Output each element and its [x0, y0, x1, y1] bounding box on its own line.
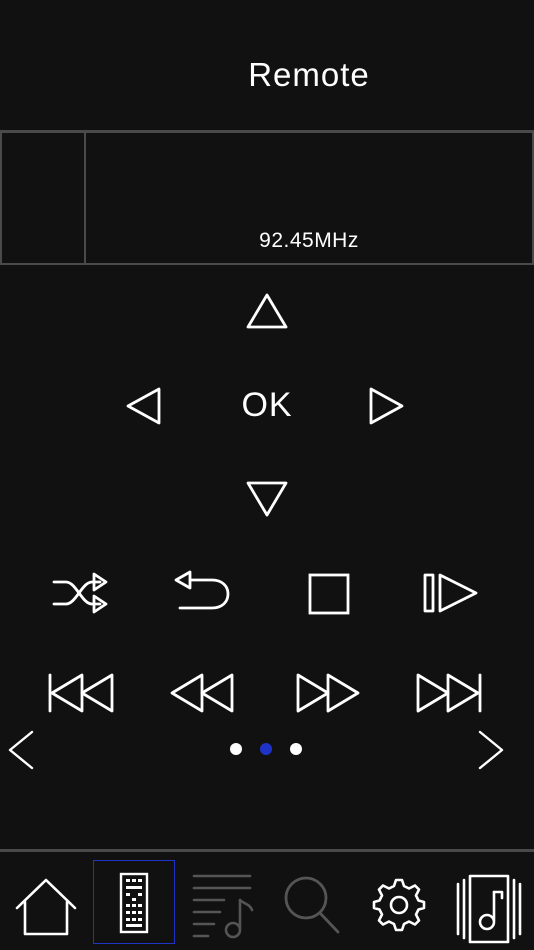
- remote-control-icon: [119, 872, 149, 934]
- fast-forward-icon: [296, 673, 360, 713]
- page-indicator-dot-1[interactable]: [230, 743, 242, 755]
- triangle-down-icon: [246, 481, 288, 517]
- stop-icon: [308, 573, 350, 615]
- page-indicator-dot-3[interactable]: [290, 743, 302, 755]
- tab-settings[interactable]: [358, 860, 440, 944]
- return-button[interactable]: [172, 568, 234, 618]
- play-pause-button[interactable]: [420, 570, 482, 616]
- shuffle-button[interactable]: [50, 570, 110, 616]
- previous-page-button[interactable]: [4, 728, 38, 772]
- down-arrow-button[interactable]: [244, 478, 290, 520]
- rewind-button[interactable]: [166, 670, 240, 716]
- skip-previous-button[interactable]: [44, 670, 118, 716]
- music-library-icon: [456, 874, 522, 944]
- gear-icon: [372, 878, 426, 932]
- tab-search[interactable]: [274, 860, 356, 944]
- return-icon: [174, 570, 230, 610]
- frequency-label: 92.45MHz: [259, 229, 359, 252]
- skip-previous-icon: [48, 673, 114, 713]
- left-arrow-button[interactable]: [122, 384, 164, 428]
- now-playing-panel: 92.45MHz: [0, 133, 534, 265]
- tab-library[interactable]: [448, 860, 530, 944]
- header: Remote: [0, 0, 534, 130]
- triangle-right-icon: [369, 387, 404, 425]
- ok-button[interactable]: OK: [226, 383, 308, 427]
- home-icon: [15, 878, 77, 936]
- rewind-icon: [170, 673, 234, 713]
- triangle-left-icon: [126, 387, 161, 425]
- right-arrow-button[interactable]: [366, 384, 408, 428]
- tab-bar: [0, 852, 534, 950]
- skip-next-icon: [416, 673, 482, 713]
- chevron-left-icon: [8, 730, 34, 770]
- tab-home[interactable]: [5, 860, 87, 944]
- playlist-icon: [192, 874, 254, 939]
- search-icon: [284, 876, 340, 934]
- shuffle-icon: [52, 572, 108, 614]
- tab-playlist[interactable]: [184, 860, 266, 944]
- skip-next-button[interactable]: [412, 670, 486, 716]
- next-page-button[interactable]: [474, 728, 508, 772]
- stop-button[interactable]: [306, 571, 352, 617]
- tab-remote[interactable]: [93, 860, 175, 944]
- triangle-up-icon: [246, 293, 288, 329]
- album-art-placeholder: [2, 133, 86, 263]
- page-title: Remote: [248, 56, 370, 93]
- play-pause-icon: [423, 573, 478, 613]
- chevron-right-icon: [478, 730, 504, 770]
- up-arrow-button[interactable]: [244, 290, 290, 332]
- fast-forward-button[interactable]: [292, 670, 366, 716]
- page-indicator-dot-2[interactable]: [260, 743, 272, 755]
